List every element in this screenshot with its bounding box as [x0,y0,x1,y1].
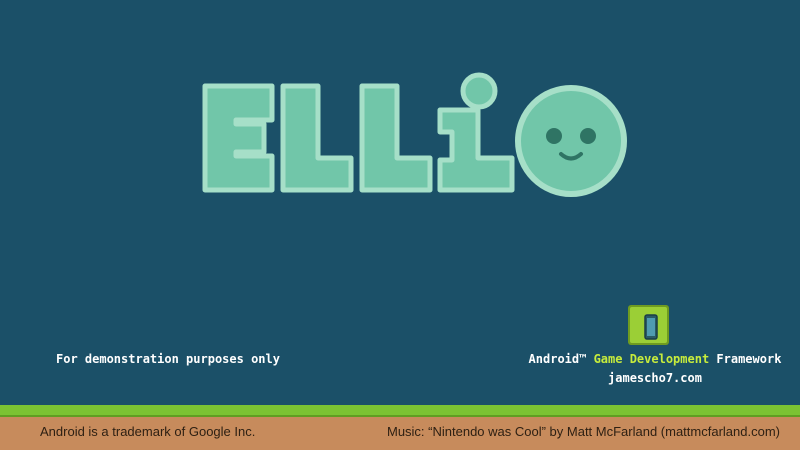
game-box-icon [628,305,669,345]
demo-note: For demonstration purposes only [56,352,280,366]
framework-site: jamescho7.com [608,371,702,385]
title-letter-l-2: l [359,83,433,193]
framework-suffix: Framework [716,352,782,366]
framework-accent: Game Development [593,352,710,366]
title-letter-i: i [437,72,515,193]
grass-strip [0,405,800,417]
title-letter-e: E [202,83,275,193]
trademark-notice: Android is a trademark of Google Inc. [40,424,256,439]
framework-credit: Android™ Game Development Framework [520,352,790,366]
title-letter-l: l [280,83,354,193]
music-credit: Music: “Nintendo was Cool” by Matt McFar… [386,424,780,439]
framework-prefix: Android™ [528,352,587,366]
smiley-face-icon [515,85,627,197]
